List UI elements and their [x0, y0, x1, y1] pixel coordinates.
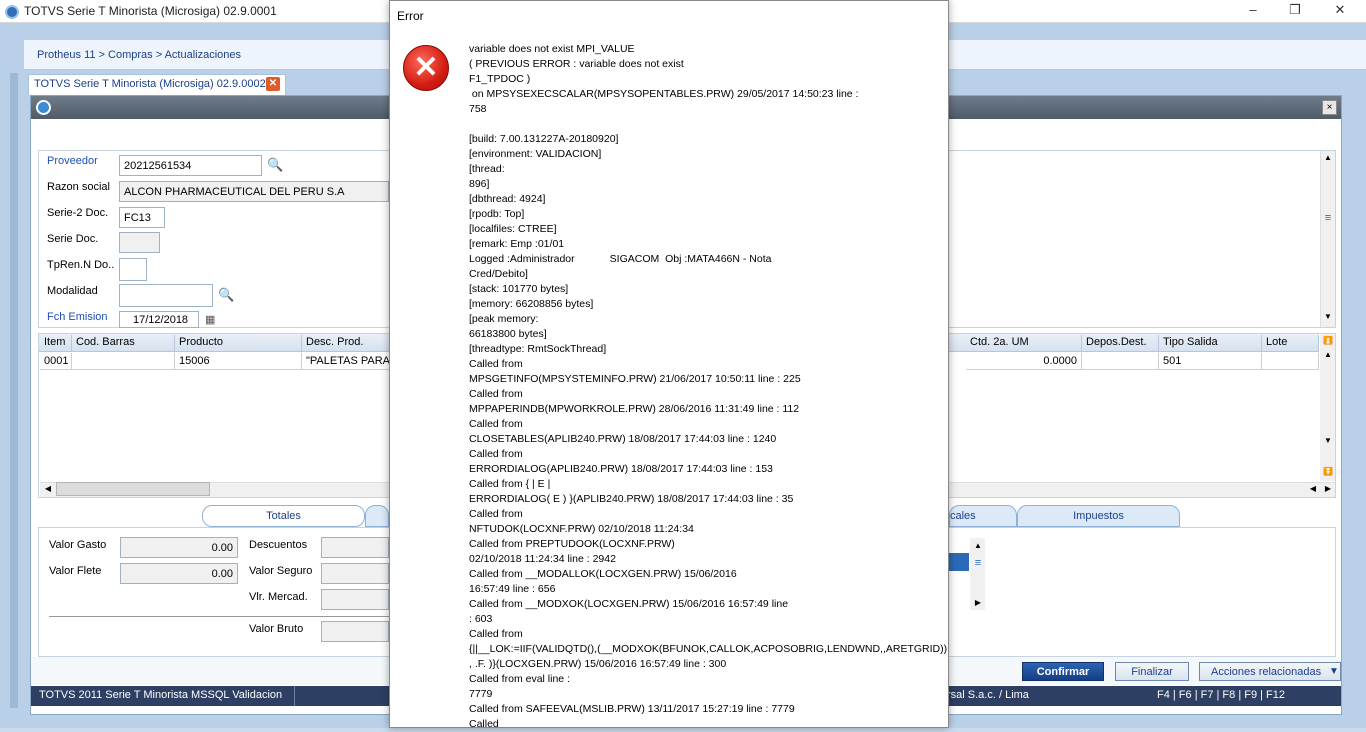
serie2-field[interactable]: FC13: [119, 207, 165, 228]
scroll-up-icon[interactable]: ▲: [1321, 349, 1335, 361]
serie-doc-label: Serie Doc.: [47, 233, 99, 245]
serie2-label: Serie-2 Doc.: [47, 207, 109, 219]
scroll-top-icon[interactable]: ⏫: [1321, 335, 1335, 347]
col-lote[interactable]: Lote: [1262, 335, 1319, 351]
scroll-up-icon[interactable]: ▲: [971, 540, 985, 552]
proveedor-field[interactable]: 20212561534: [119, 155, 262, 176]
tab-impuestos[interactable]: Impuestos: [1017, 505, 1180, 527]
error-x-icon: ✕: [413, 51, 439, 84]
close-window-button[interactable]: ✕: [1325, 2, 1355, 20]
proveedor-label: Proveedor: [47, 155, 98, 167]
chevron-down-icon[interactable]: ▼: [1329, 666, 1339, 677]
valor-seguro-field: [321, 563, 389, 584]
totals-divider: [49, 616, 389, 617]
tpren-field[interactable]: [119, 258, 147, 281]
status-function-keys: F4 | F6 | F7 | F8 | F9 | F12: [1157, 689, 1285, 701]
tab-fiscales[interactable]: cales: [949, 505, 1017, 527]
col-cod-barras[interactable]: Cod. Barras: [72, 335, 175, 351]
form-scrollbar[interactable]: [1320, 151, 1335, 327]
search-icon[interactable]: 🔍: [218, 287, 234, 303]
app-title: TOTVS Serie T Minorista (Microsiga) 02.9…: [24, 4, 277, 18]
scroll-thumb-icon[interactable]: ≡: [1321, 212, 1335, 224]
tab-hidden[interactable]: [365, 505, 389, 527]
cell-item[interactable]: 0001: [40, 353, 72, 370]
scroll-up-icon[interactable]: ▲: [1321, 152, 1335, 164]
dialog-title: Error: [397, 9, 424, 23]
minimize-button[interactable]: –: [1238, 2, 1268, 20]
actions-dropdown-button[interactable]: Acciones relacionadas: [1199, 662, 1341, 681]
search-icon[interactable]: 🔍: [267, 157, 283, 173]
vlr-mercad-field: [321, 589, 389, 610]
valor-seguro-label: Valor Seguro: [249, 565, 313, 577]
scroll-right-icon[interactable]: ▶: [1321, 483, 1335, 495]
window-close-button[interactable]: ×: [1322, 100, 1337, 115]
vlr-mercad-label: Vlr. Mercad.: [249, 591, 308, 603]
tab-close-icon[interactable]: ✕: [266, 77, 280, 91]
col-ctd-2a-um[interactable]: Ctd. 2a. UM: [966, 335, 1082, 351]
hscroll-thumb[interactable]: [56, 482, 210, 496]
valor-flete-label: Valor Flete: [49, 565, 102, 577]
confirm-button[interactable]: Confirmar: [1022, 662, 1104, 681]
razon-social-label: Razon social: [47, 181, 110, 193]
app-logo-icon: [5, 5, 19, 19]
modalidad-label: Modalidad: [47, 285, 98, 297]
col-item[interactable]: Item: [40, 335, 72, 351]
scroll-right-icon[interactable]: ◀: [1306, 483, 1320, 495]
cell-lote[interactable]: [1262, 353, 1319, 370]
scroll-thumb-icon[interactable]: ≡: [971, 557, 985, 569]
serie-doc-field: [119, 232, 160, 253]
col-producto[interactable]: Producto: [175, 335, 302, 351]
descuentos-label: Descuentos: [249, 539, 308, 551]
error-message: variable does not exist MPI_VALUE ( PREV…: [469, 43, 948, 730]
razon-social-field: ALCON PHARMACEUTICAL DEL PERU S.A: [119, 181, 389, 202]
valor-gasto-field: 0.00: [120, 537, 238, 558]
cell-desc-prod[interactable]: "PALETAS PARA: [302, 353, 390, 370]
cell-cod-barras[interactable]: [72, 353, 175, 370]
fch-emision-field[interactable]: 17/12/2018: [119, 311, 199, 328]
tpren-label: TpRen.N Do..: [47, 259, 115, 271]
valor-bruto-label: Valor Bruto: [249, 623, 304, 635]
window-icon: [36, 100, 51, 115]
calendar-icon[interactable]: ▦: [205, 313, 215, 326]
document-tab[interactable]: TOTVS Serie T Minorista (Microsiga) 02.9…: [28, 74, 286, 95]
scroll-left-icon[interactable]: ◀: [41, 483, 55, 495]
scroll-down-icon[interactable]: ▼: [1321, 435, 1335, 447]
cell-producto[interactable]: 15006: [175, 353, 302, 370]
modalidad-field[interactable]: [119, 284, 213, 307]
scroll-bottom-icon[interactable]: ⏬: [1321, 466, 1335, 478]
col-desc-prod[interactable]: Desc. Prod.: [302, 335, 390, 351]
status-company: rsal S.a.c. / Lima: [947, 689, 1029, 701]
cell-tipo-salida[interactable]: 501: [1159, 353, 1262, 370]
cell-ctd-2a-um[interactable]: 0.0000: [966, 353, 1082, 370]
selection-strip: [949, 553, 969, 571]
valor-bruto-field: [321, 621, 389, 642]
cell-depos-dest[interactable]: [1082, 353, 1159, 370]
scroll-down-icon[interactable]: ▼: [1321, 311, 1335, 323]
breadcrumb[interactable]: Protheus 11 > Compras > Actualizaciones: [37, 49, 241, 61]
fch-emision-label: Fch Emision: [47, 311, 108, 323]
valor-gasto-label: Valor Gasto: [49, 539, 107, 551]
col-tipo-salida[interactable]: Tipo Salida: [1159, 335, 1262, 351]
scroll-down-icon[interactable]: ▶: [971, 597, 985, 609]
side-collapse-bar[interactable]: [10, 73, 18, 708]
finalize-button[interactable]: Finalizar: [1115, 662, 1189, 681]
status-environment: TOTVS 2011 Serie T Minorista MSSQL Valid…: [33, 686, 295, 706]
descuentos-field: [321, 537, 389, 558]
valor-flete-field: 0.00: [120, 563, 238, 584]
tab-totales[interactable]: Totales: [202, 505, 365, 527]
col-depos-dest[interactable]: Depos.Dest.: [1082, 335, 1159, 351]
restore-button[interactable]: ❐: [1280, 2, 1310, 20]
